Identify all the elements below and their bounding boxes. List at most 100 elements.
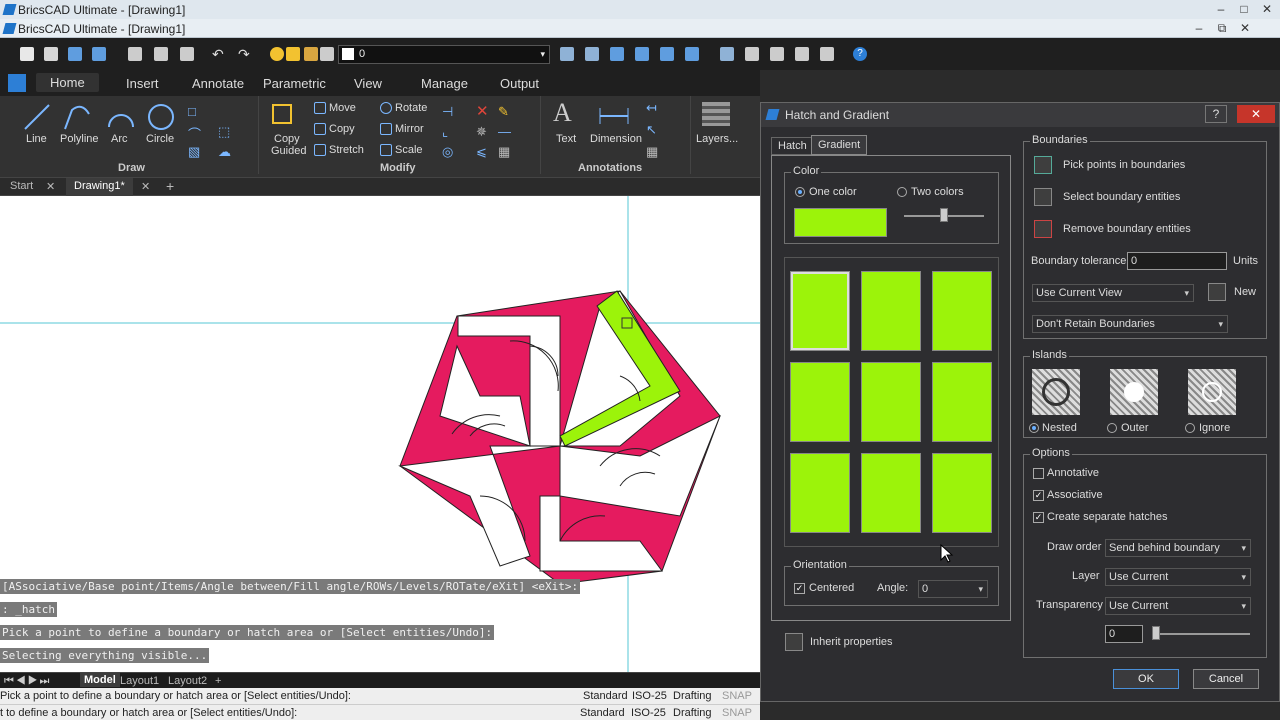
gradient-pattern-inv-cylinder[interactable] — [932, 271, 992, 351]
command-prompt-bar[interactable]: Pick a point to define a boundary or hat… — [0, 688, 760, 704]
outer-radio[interactable] — [1107, 423, 1117, 433]
undo-icon[interactable]: ↶ — [212, 47, 226, 61]
add-layout-button[interactable]: + — [215, 675, 221, 687]
rectangle-tool-icon[interactable]: □ — [188, 104, 196, 119]
tab-insert[interactable]: Insert — [126, 76, 159, 91]
dialog-close-button[interactable]: ✕ — [1237, 105, 1275, 123]
stretch-button[interactable]: Stretch — [314, 144, 364, 157]
save-as-icon[interactable] — [92, 47, 106, 61]
tab-output[interactable]: Output — [500, 76, 539, 91]
close-start-tab-icon[interactable]: ✕ — [46, 180, 55, 193]
tab-model[interactable]: Model — [80, 673, 120, 687]
help-icon[interactable]: ? — [853, 47, 867, 61]
maximize-icon[interactable]: □ — [1233, 0, 1255, 18]
layer-freeze-icon[interactable] — [286, 47, 300, 61]
text-button[interactable]: Text — [556, 133, 576, 145]
gradient-pattern-inv-hemispherical[interactable] — [861, 453, 921, 533]
transparency-dropdown[interactable]: Use Current ▾ — [1105, 597, 1251, 615]
inherit-properties-icon[interactable] — [785, 633, 803, 651]
explode-tool-icon[interactable]: ✵ — [476, 124, 487, 140]
layer-lock-icon[interactable] — [304, 47, 318, 61]
eraser-icon[interactable] — [745, 47, 759, 61]
tab-manage[interactable]: Manage — [421, 76, 468, 91]
shade-slider-handle[interactable] — [940, 208, 948, 222]
boundary-tool-icon[interactable]: ⬚ — [218, 124, 230, 140]
view-dropdown[interactable]: Use Current View ▾ — [1032, 284, 1194, 302]
layout-icon[interactable] — [820, 47, 834, 61]
offset-tool-icon[interactable]: ⩽ — [476, 144, 487, 160]
minimize-icon[interactable]: – — [1210, 0, 1232, 18]
leader-tool-icon[interactable]: ↤ — [646, 100, 657, 116]
doc-minimize-icon[interactable]: – — [1188, 19, 1210, 37]
color-swatch-button[interactable] — [794, 208, 887, 237]
array-tool-icon[interactable]: ◎ — [442, 144, 453, 160]
select-entities-icon[interactable] — [1034, 188, 1052, 206]
workspace-status-2[interactable]: Drafting — [673, 707, 712, 719]
table-tool-icon[interactable]: ▦ — [646, 144, 658, 160]
scale-button[interactable]: Scale — [380, 144, 423, 157]
ignore-radio[interactable] — [1185, 423, 1195, 433]
tab-start[interactable]: Start — [10, 180, 33, 192]
copy-guided-line1[interactable]: Copy — [274, 133, 300, 145]
dim-style-status-2[interactable]: ISO-25 — [631, 707, 666, 719]
workspace-status[interactable]: Drafting — [673, 690, 712, 702]
separate-hatches-checkbox[interactable]: ✓ — [1033, 512, 1044, 523]
fillet-tool-icon[interactable]: ⌞ — [442, 124, 448, 140]
remove-entities-icon[interactable] — [1034, 220, 1052, 238]
layer-dropdown[interactable]: 0 ▾ — [338, 45, 550, 64]
two-colors-radio[interactable] — [897, 187, 907, 197]
table-icon[interactable] — [720, 47, 734, 61]
remove-entities-button[interactable]: Remove boundary entities — [1063, 223, 1191, 235]
tab-view[interactable]: View — [354, 76, 382, 91]
gradient-pattern-hemispherical[interactable] — [861, 362, 921, 442]
text-style-status-2[interactable]: Standard — [580, 707, 625, 719]
new-boundary-icon[interactable] — [1208, 283, 1226, 301]
transparency-slider-track[interactable] — [1152, 633, 1250, 635]
gradient-pattern-inv-curved[interactable] — [932, 453, 992, 533]
dimension-button[interactable]: Dimension — [590, 133, 642, 145]
tab-layout2[interactable]: Layout2 — [168, 675, 207, 687]
doc-close-icon[interactable]: ✕ — [1234, 19, 1256, 37]
nested-island-icon[interactable] — [1032, 369, 1080, 415]
redo-icon[interactable]: ↷ — [238, 47, 252, 61]
one-color-radio[interactable] — [795, 187, 805, 197]
grid-tool-icon[interactable] — [635, 47, 649, 61]
layers-button[interactable]: Layers... — [696, 133, 738, 145]
gradient-pattern-cylinder[interactable] — [861, 271, 921, 351]
copy-guided-line2[interactable]: Guided — [271, 145, 306, 157]
layer-option-dropdown[interactable]: Use Current ▾ — [1105, 568, 1251, 586]
close-icon[interactable]: ✕ — [1256, 0, 1278, 18]
ok-button[interactable]: OK — [1113, 669, 1179, 689]
join-tool-icon[interactable]: ▦ — [498, 144, 510, 160]
mirror-button[interactable]: Mirror — [380, 123, 424, 136]
image-icon[interactable] — [795, 47, 809, 61]
associative-checkbox[interactable]: ✓ — [1033, 490, 1044, 501]
centered-checkbox[interactable]: ✓ — [794, 583, 805, 594]
new-tab-button[interactable]: + — [166, 178, 174, 194]
print-icon[interactable] — [180, 47, 194, 61]
select-entities-button[interactable]: Select boundary entities — [1063, 191, 1180, 203]
region-tool-icon[interactable]: ▧ — [188, 144, 200, 160]
draw-order-dropdown[interactable]: Send behind boundary ▾ — [1105, 539, 1251, 557]
line-button[interactable]: Line — [26, 133, 47, 145]
polyline-button[interactable]: Polyline — [60, 133, 99, 145]
pick-points-icon[interactable] — [1034, 156, 1052, 174]
lengthen-tool-icon[interactable]: — — [498, 124, 511, 139]
trim-tool-icon[interactable]: ⊣ — [442, 104, 453, 120]
snap-tool-icon[interactable] — [610, 47, 624, 61]
gradient-pattern-inv-spherical[interactable] — [790, 453, 850, 533]
application-menu-icon[interactable] — [8, 74, 26, 92]
print-preview-icon[interactable] — [128, 47, 142, 61]
copy-button[interactable]: Copy — [314, 123, 355, 136]
tab-layout1[interactable]: Layout1 — [120, 675, 159, 687]
tab-parametric[interactable]: Parametric — [263, 76, 326, 91]
gradient-pattern-spherical[interactable] — [790, 362, 850, 442]
spline-tool-icon[interactable]: ⌒ — [188, 124, 201, 143]
ignore-island-icon[interactable] — [1188, 369, 1236, 415]
tab-annotate[interactable]: Annotate — [192, 76, 244, 91]
doc-restore-icon[interactable]: ⧉ — [1211, 19, 1233, 37]
outer-island-icon[interactable] — [1110, 369, 1158, 415]
layer-on-icon[interactable] — [270, 47, 284, 61]
cloud-tool-icon[interactable]: ☁ — [218, 144, 231, 160]
layout-nav-icons[interactable]: ⏮◀▶⏭ — [4, 675, 51, 688]
